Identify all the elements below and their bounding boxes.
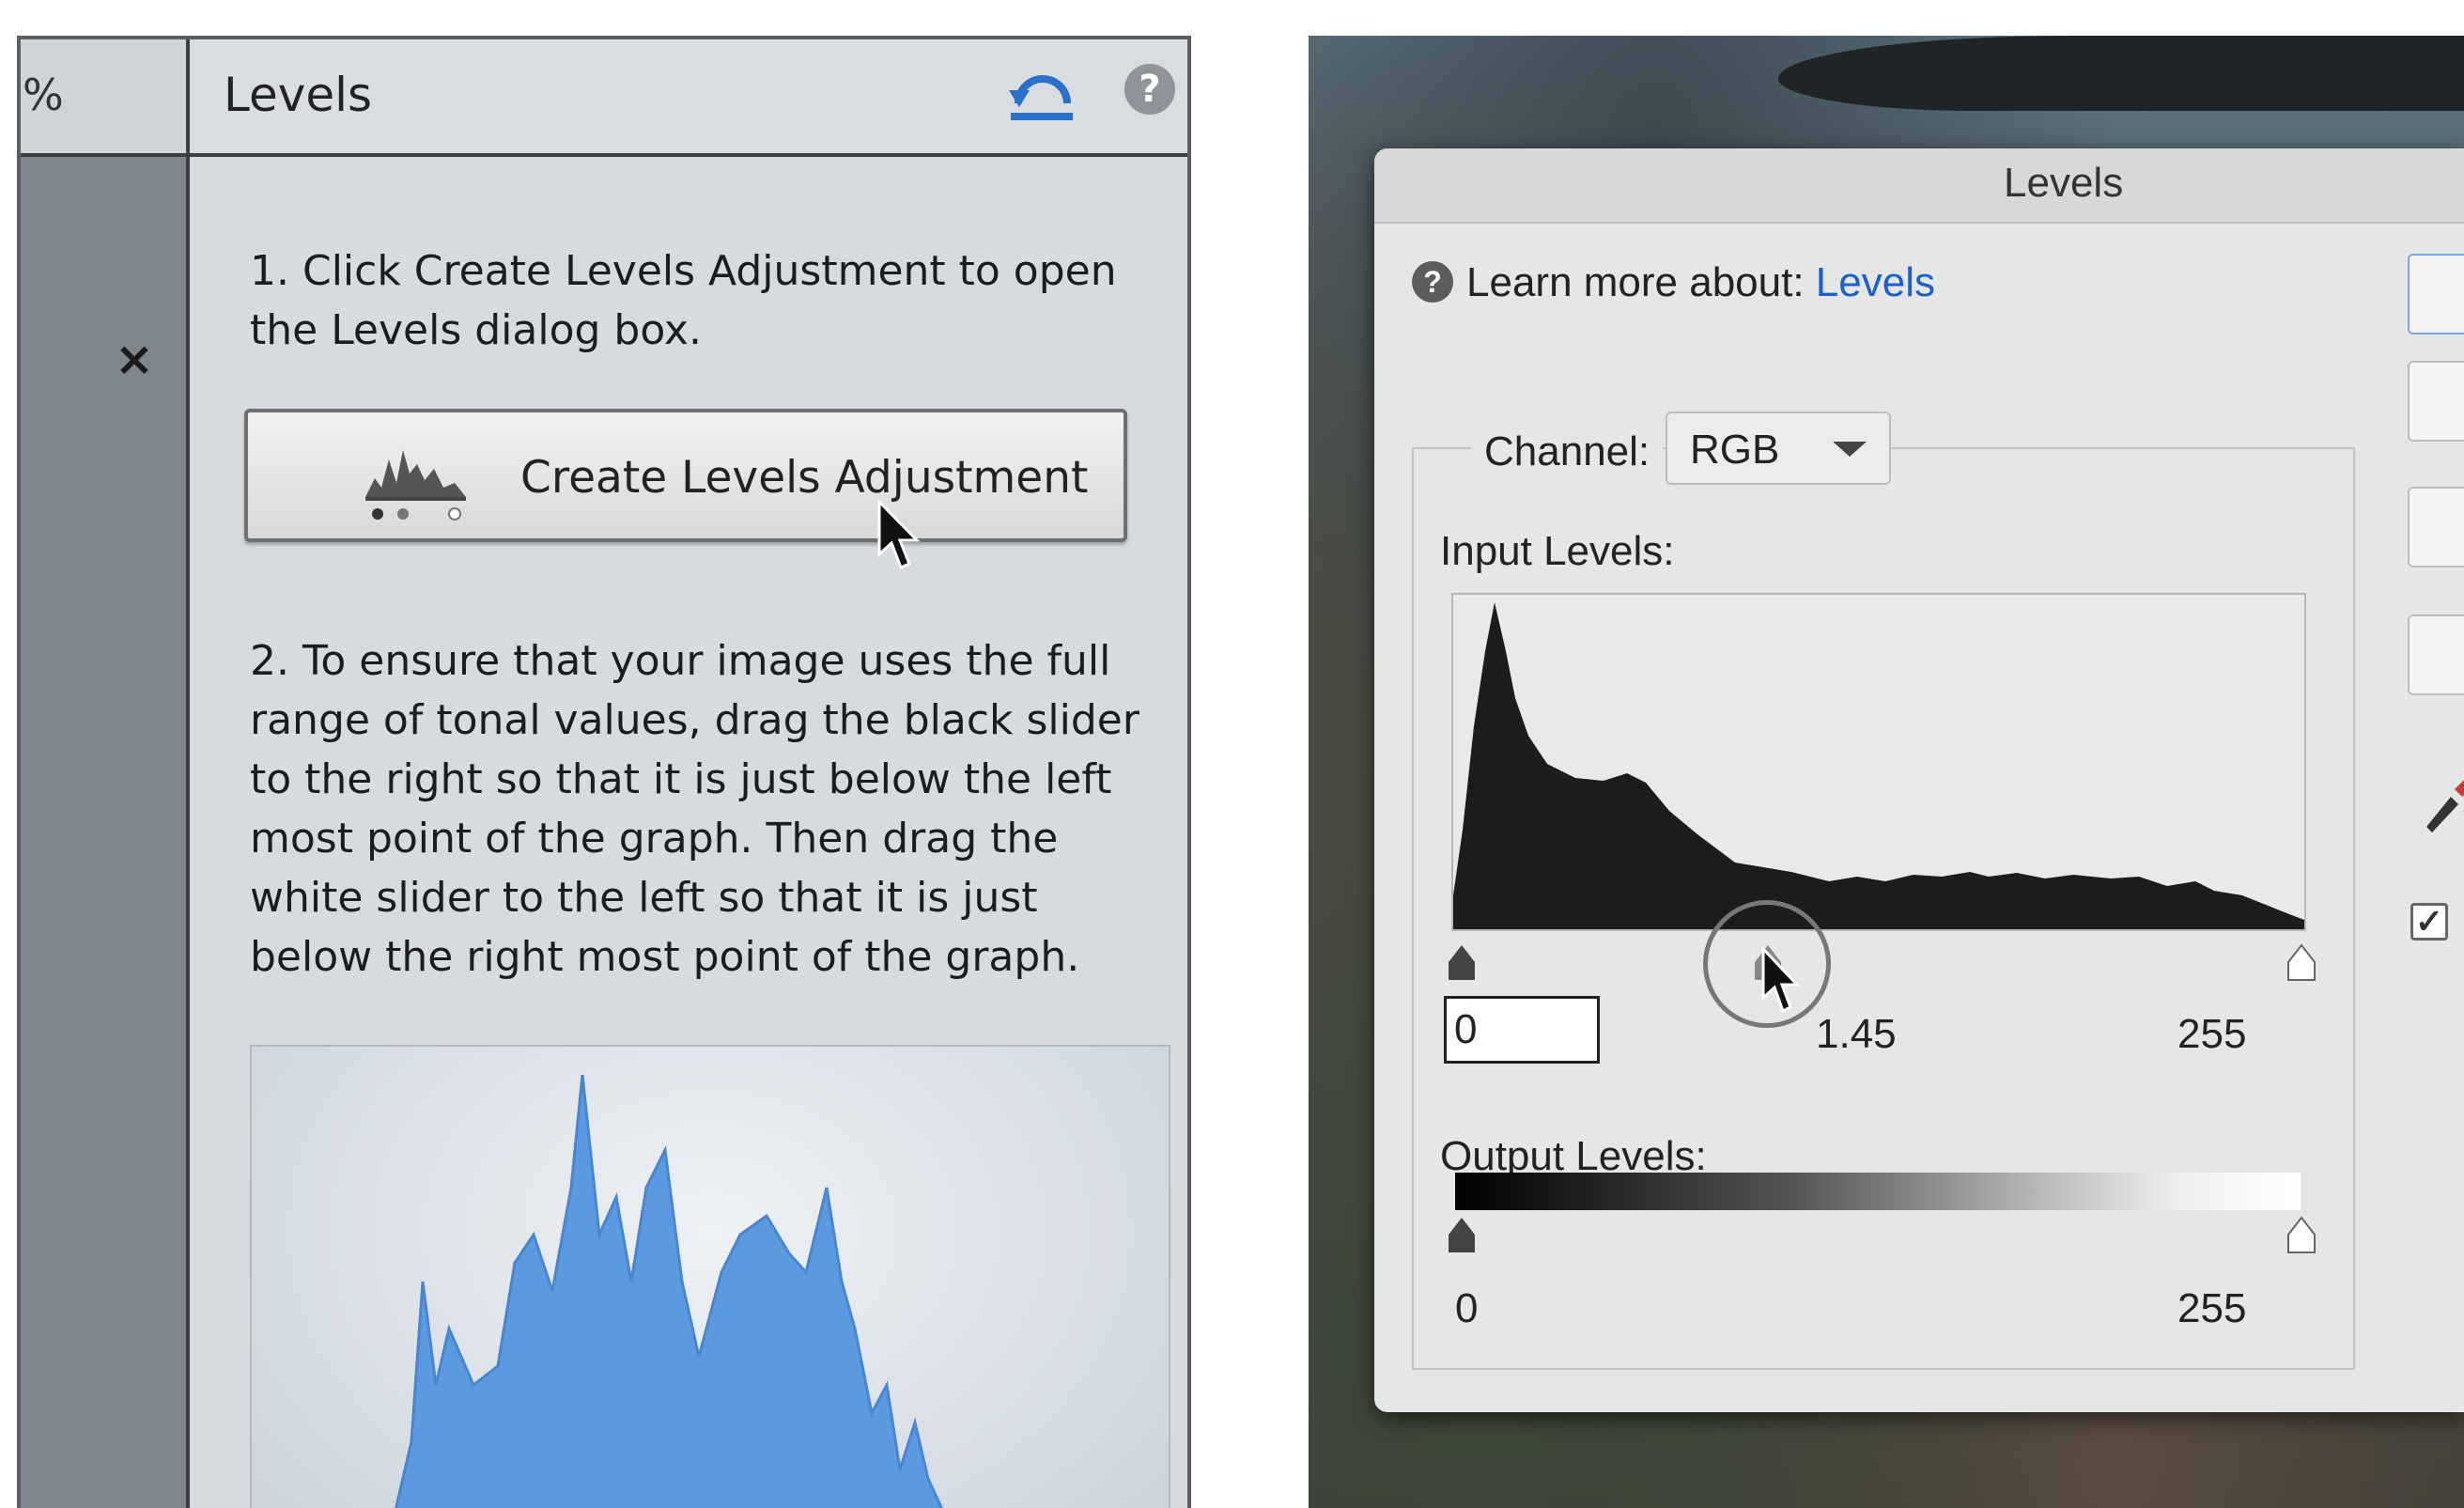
output-gradient-bar (1455, 1173, 2301, 1210)
output-slider-track (1445, 1210, 2323, 1267)
close-icon[interactable]: × (115, 332, 154, 386)
dialog-title: Levels (2004, 160, 2124, 206)
input-black-field[interactable]: 0 (1444, 996, 1600, 1064)
reset-icon[interactable] (1007, 62, 1078, 128)
learn-more-prefix: Learn more about: (1466, 259, 1805, 305)
input-slider-track (1445, 938, 2323, 994)
input-black-slider[interactable] (1449, 945, 1475, 980)
percent-fragment: % (23, 70, 64, 120)
ok-button[interactable] (2408, 254, 2464, 334)
panel-gutter-header: % (21, 39, 190, 153)
guided-levels-panel: % Levels ? × 1. Click Create Levels Adju… (17, 36, 1191, 1508)
create-levels-adjustment-label: Create Levels Adjustment (520, 452, 1089, 504)
cancel-button[interactable] (2408, 361, 2464, 442)
histogram-illustration (250, 1045, 1170, 1508)
help-icon[interactable]: ? (1124, 64, 1175, 115)
input-white-value[interactable]: 255 (2177, 1011, 2246, 1058)
histogram-icon (365, 450, 466, 521)
help-icon[interactable]: ? (1412, 261, 1453, 303)
channel-value: RGB (1690, 427, 1780, 473)
input-histogram (1451, 593, 2306, 931)
panel-sidebar: × (21, 157, 190, 1508)
panel-header: % Levels ? (21, 39, 1187, 157)
auto-button[interactable] (2408, 614, 2464, 695)
mouse-pointer-icon (877, 500, 921, 570)
channel-select[interactable]: RGB (1666, 412, 1891, 485)
step-1-instructions: 1. Click Create Levels Adjustment to ope… (250, 247, 1117, 354)
mouse-pointer-icon (1761, 947, 1801, 1014)
preview-checkbox[interactable]: ✓ (2410, 903, 2448, 941)
input-levels-label: Input Levels: (1440, 528, 1675, 574)
output-white-value[interactable]: 255 (2177, 1285, 2246, 1332)
panel-body: 1. Click Create Levels Adjustment to ope… (227, 157, 1170, 1508)
chevron-down-icon (1833, 442, 1867, 457)
step-2-instructions: 2. To ensure that your image uses the fu… (250, 637, 1139, 981)
levels-dialog: Levels ? Learn more about: Levels Channel… (1374, 148, 2464, 1412)
channel-label: Channel: (1471, 428, 1664, 475)
panel-title: Levels (224, 68, 373, 122)
island-silhouette (1778, 36, 2464, 111)
eyedropper-icon[interactable] (2419, 769, 2464, 834)
output-black-slider[interactable] (1449, 1218, 1475, 1252)
reset-button[interactable] (2408, 487, 2464, 567)
create-levels-adjustment-button[interactable]: Create Levels Adjustment (244, 409, 1127, 542)
dialog-titlebar: Levels (1374, 148, 2464, 224)
learn-more-link[interactable]: Levels (1816, 259, 1935, 305)
output-white-slider[interactable] (2287, 1216, 2316, 1253)
input-gamma-value[interactable]: 1.45 (1816, 1011, 1897, 1058)
input-histogram-graph (1453, 602, 2304, 929)
output-black-value[interactable]: 0 (1455, 1285, 1478, 1332)
learn-more-row: ? Learn more about: Levels (1412, 259, 1935, 306)
preview-histogram-graph (395, 1074, 943, 1508)
input-white-slider[interactable] (2287, 943, 2316, 981)
